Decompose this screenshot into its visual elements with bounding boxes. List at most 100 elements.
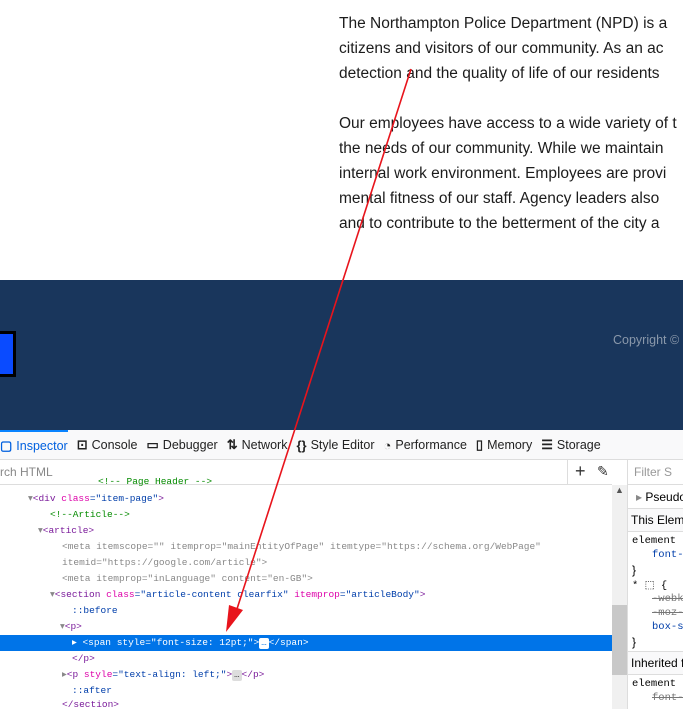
scrollbar-thumb[interactable] xyxy=(612,605,627,675)
tab-performance[interactable]: ◔ Performance xyxy=(384,430,467,460)
comment: <!-- Page Header --> xyxy=(98,476,213,487)
tab-label: Memory xyxy=(487,438,533,452)
markup-line[interactable]: ▸<p style="text-align: left;">… </p> xyxy=(0,667,612,683)
pseudo-element: ::before xyxy=(72,605,118,616)
rules-panel: Filter S ▸ Pseudo This Eleme element fon… xyxy=(627,460,683,709)
tag: </section> xyxy=(62,699,120,710)
markup-line[interactable]: ▾<div class="item-page"> xyxy=(0,491,612,507)
markup-scrollbar[interactable]: ▲ xyxy=(612,485,627,709)
network-icon: ⇅ xyxy=(226,437,238,452)
tab-memory[interactable]: ▯ Memory xyxy=(476,430,532,460)
attr-value: "text-align: left;" xyxy=(118,669,227,680)
markup-line[interactable]: ::before xyxy=(0,603,612,619)
rule-property[interactable]: -moz-b xyxy=(652,607,683,619)
tab-label: Performance xyxy=(395,438,467,452)
tab-debugger[interactable]: ▭ Debugger xyxy=(147,430,218,460)
memory-chip-icon: ▯ xyxy=(475,437,484,452)
tab-console[interactable]: ⊡ Console xyxy=(77,430,138,460)
attr: style xyxy=(83,669,113,680)
section-label: Inherited f xyxy=(631,656,683,670)
comment: <!--Article--> xyxy=(50,509,130,520)
tab-label: Debugger xyxy=(162,438,218,452)
braces-icon: {} xyxy=(296,437,307,453)
tab-style-editor[interactable]: {} Style Editor xyxy=(296,430,374,460)
text-line: the needs of our community. While we mai… xyxy=(339,140,664,157)
attr: class xyxy=(106,589,135,600)
markup-line[interactable]: </section> xyxy=(0,699,612,710)
pseudo-label: Pseudo xyxy=(645,490,683,504)
attr-value: "articleBody" xyxy=(345,589,420,600)
markup-line[interactable]: <!--Article--> xyxy=(0,507,612,523)
meta-tag: itemid="https://google.com/article"> xyxy=(62,557,268,568)
tag: <div xyxy=(32,493,56,504)
filter-styles-input[interactable]: Filter S xyxy=(628,460,683,485)
tab-label: Inspector xyxy=(16,439,68,453)
tab-inspector[interactable]: ▢ Inspector xyxy=(0,430,68,460)
markup-line-selected[interactable]: ▸ <span style="font-size: 12pt;">… </span… xyxy=(0,635,612,651)
markup-line[interactable]: <meta itemprop="inLanguage" content="en-… xyxy=(0,571,612,587)
rule-brace: } xyxy=(632,563,637,577)
tag: <article> xyxy=(42,525,95,536)
site-footer xyxy=(0,280,683,430)
markup-line[interactable]: ::after xyxy=(0,683,612,699)
expand-arrow-icon: ▸ xyxy=(636,490,646,504)
rule-brace: } xyxy=(632,635,637,649)
tab-label: Console xyxy=(91,438,138,452)
markup-line[interactable]: ▾<section class="article-content clearfi… xyxy=(0,587,612,603)
text-line: citizens and visitors of our community. … xyxy=(339,40,664,57)
text-line: Our employees have access to a wide vari… xyxy=(339,115,677,132)
attr: itemprop xyxy=(294,589,340,600)
tag: > xyxy=(419,589,426,600)
text-line: mental fitness of our staff. Agency lead… xyxy=(339,190,660,207)
attr: class xyxy=(61,493,90,504)
filter-placeholder: Filter S xyxy=(634,465,673,479)
pseudo-toggle[interactable]: ▸ Pseudo xyxy=(636,490,683,504)
copyright-text: Copyright © xyxy=(613,333,680,347)
console-icon: ⊡ xyxy=(76,437,88,452)
markup-line[interactable]: <!-- Page Header --> xyxy=(0,475,612,489)
tab-storage[interactable]: ☰ Storage xyxy=(541,430,600,460)
markup-line[interactable]: ▾<p> xyxy=(0,619,612,635)
collapsed-content-button[interactable]: … xyxy=(232,670,242,681)
section-label: This Eleme xyxy=(631,513,683,527)
tab-network[interactable]: ⇅ Network xyxy=(227,430,288,460)
markup-line[interactable]: ▾<article> xyxy=(0,523,612,539)
tag: <section xyxy=(54,589,101,600)
text-line: detection and the quality of life of our… xyxy=(339,65,660,82)
expand-arrow-icon[interactable]: ▸ xyxy=(72,637,77,648)
tag: <p> xyxy=(64,621,82,632)
section-header: This Eleme xyxy=(628,508,683,532)
rule-selector: * ⬚ { xyxy=(632,580,668,592)
section-header: Inherited f xyxy=(628,651,683,675)
tag: </p> xyxy=(72,653,95,664)
rule-property[interactable]: font- xyxy=(652,692,683,704)
markup-line[interactable]: itemid="https://google.com/article"> xyxy=(0,555,612,571)
rule-selector: element xyxy=(632,535,677,547)
meta-tag: <meta itemprop="inLanguage" content="en-… xyxy=(62,573,313,584)
tag: </span> xyxy=(268,637,309,648)
paragraph-intro: The Northampton Police Department (NPD) … xyxy=(339,11,683,86)
attr-value: "item-page" xyxy=(95,493,159,504)
tab-label: Network xyxy=(241,438,288,452)
tag: </p> xyxy=(241,669,265,680)
tab-label: Storage xyxy=(556,438,601,452)
tag: <span style="font-size: 12pt;"> xyxy=(82,637,260,648)
footer-button[interactable] xyxy=(0,331,16,377)
paragraph-employees: Our employees have access to a wide vari… xyxy=(339,111,683,236)
rule-property[interactable]: font-s xyxy=(652,549,683,561)
collapsed-content-button[interactable]: … xyxy=(259,638,269,649)
devtools-toolbar: ▢ Inspector ⊡ Console ▭ Debugger ⇅ Network {… xyxy=(0,430,683,460)
markup-line[interactable]: <meta itemscope="" itemprop="mainEntityO… xyxy=(0,539,612,555)
rule-selector: element xyxy=(632,678,677,690)
scroll-up-icon[interactable]: ▲ xyxy=(615,485,624,495)
debugger-icon: ▭ xyxy=(146,437,159,452)
rule-property[interactable]: -webk xyxy=(652,593,683,605)
storage-icon: ☰ xyxy=(541,437,553,452)
tab-label: Style Editor xyxy=(310,438,375,452)
attr-value: "article-content clearfix" xyxy=(140,589,289,600)
markup-line[interactable]: </p> xyxy=(0,651,612,667)
inspector-icon: ▢ xyxy=(0,438,13,453)
tag: <p xyxy=(66,669,79,680)
rule-property[interactable]: box-si xyxy=(652,621,683,633)
tag: > xyxy=(158,493,164,504)
